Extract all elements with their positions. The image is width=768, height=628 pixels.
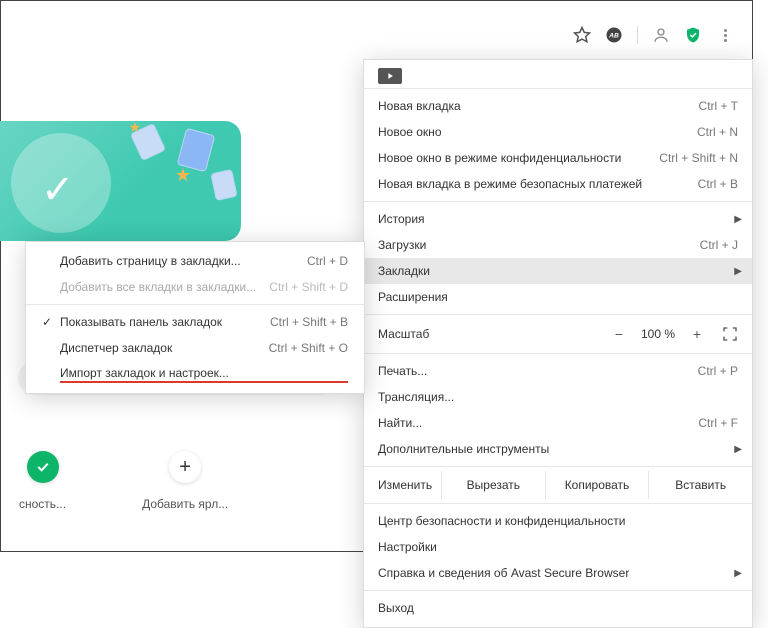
menu-label: Закладки [378,264,738,278]
svg-text:AB: AB [608,32,619,39]
menu-item-cast[interactable]: Трансляция... [364,384,752,410]
menu-label: Показывать панель закладок [60,315,270,329]
bookmarks-submenu: Добавить страницу в закладки... Ctrl + D… [25,241,365,394]
menu-shortcut: Ctrl + P [698,364,738,378]
menu-item-import-bookmarks[interactable]: Импорт закладок и настроек... [26,361,364,387]
tile-label: сность... [19,497,66,511]
profile-icon[interactable] [652,26,670,44]
menu-separator [364,88,752,89]
menu-item-show-bookmarks-bar[interactable]: ✓ Показывать панель закладок Ctrl + Shif… [26,309,364,335]
menu-item-security-center[interactable]: Центр безопасности и конфиденциальности [364,508,752,534]
copy-button[interactable]: Копировать [546,471,650,499]
menu-label: Печать... [378,364,698,378]
menu-item-print[interactable]: Печать... Ctrl + P [364,358,752,384]
menu-label: Новая вкладка [378,99,699,113]
menu-item-edit: Изменить Вырезать Копировать Вставить [364,471,752,499]
menu-label: Импорт закладок и настроек... [60,366,348,383]
menu-item-more-tools[interactable]: Дополнительные инструменты ▶ [364,436,752,462]
menu-label: Диспетчер закладок [60,341,269,355]
menu-item-history[interactable]: История ▶ [364,206,752,232]
menu-separator [26,304,364,305]
menu-shortcut: Ctrl + B [698,177,738,191]
menu-item-bookmark-manager[interactable]: Диспетчер закладок Ctrl + Shift + O [26,335,364,361]
menu-separator [364,503,752,504]
menu-separator [364,353,752,354]
menu-item-add-all-bookmarks: Добавить все вкладки в закладки... Ctrl … [26,274,364,300]
menu-label: Новая вкладка в режиме безопасных платеж… [378,177,698,191]
menu-shortcut: Ctrl + Shift + O [269,341,348,355]
chevron-right-icon: ▶ [734,568,742,579]
menu-item-extensions[interactable]: Расширения [364,284,752,310]
menu-label: Загрузки [378,238,700,252]
tile-safety[interactable]: сность... [19,451,66,511]
menu-separator [364,314,752,315]
paste-button[interactable]: Вставить [649,471,752,499]
tile-label: Добавить ярл... [142,497,228,511]
menu-item-safe-payments[interactable]: Новая вкладка в режиме безопасных платеж… [364,171,752,197]
tile-add-shortcut[interactable]: + Добавить ярл... [142,451,228,511]
cut-button[interactable]: Вырезать [442,471,546,499]
plus-icon: + [169,451,201,483]
kebab-menu-icon[interactable] [716,26,734,44]
menu-separator [364,201,752,202]
shield-check-icon [27,451,59,483]
security-shield-icon[interactable] [684,26,702,44]
menu-label: Найти... [378,416,698,430]
toolbar-divider [637,26,638,44]
menu-shortcut: Ctrl + J [700,238,738,252]
menu-item-new-window[interactable]: Новое окно Ctrl + N [364,119,752,145]
main-menu: Новая вкладка Ctrl + T Новое окно Ctrl +… [363,59,753,628]
menu-separator [364,590,752,591]
menu-label: Изменить [364,471,442,499]
menu-label: Расширения [378,290,738,304]
menu-shortcut: Ctrl + T [699,99,738,113]
menu-shortcut: Ctrl + N [697,125,738,139]
menu-item-add-page-bookmark[interactable]: Добавить страницу в закладки... Ctrl + D [26,248,364,274]
shortcut-tiles: сность... + Добавить ярл... [19,451,228,511]
menu-label: Новое окно в режиме конфиденциальности [378,151,659,165]
star-icon[interactable] [573,26,591,44]
menu-label: Дополнительные инструменты [378,442,738,456]
menu-separator [364,466,752,467]
cast-icon[interactable] [378,68,402,84]
menu-item-find[interactable]: Найти... Ctrl + F [364,410,752,436]
zoom-value: 100 % [636,327,680,341]
checkmark-icon: ✓ [42,315,60,329]
browser-window: AB ✓ ★★ Добавить страницу в закладки... … [0,0,753,552]
menu-item-incognito[interactable]: Новое окно в режиме конфиденциальности C… [364,145,752,171]
menu-shortcut: Ctrl + F [698,416,738,430]
zoom-in-button[interactable]: + [686,326,708,342]
menu-shortcut: Ctrl + Shift + B [270,315,348,329]
menu-item-exit[interactable]: Выход [364,595,752,621]
menu-item-settings[interactable]: Настройки [364,534,752,560]
menu-label: Трансляция... [378,390,738,404]
chevron-right-icon: ▶ [734,266,742,277]
chevron-right-icon: ▶ [734,214,742,225]
menu-item-new-tab[interactable]: Новая вкладка Ctrl + T [364,93,752,119]
menu-label: Новое окно [378,125,697,139]
chevron-right-icon: ▶ [734,444,742,455]
menu-label: История [378,212,738,226]
toolbar: AB [573,26,734,44]
promo-illustration: ✓ ★★ [0,121,241,241]
menu-label: Добавить все вкладки в закладки... [60,280,269,294]
menu-label: Выход [378,601,738,615]
menu-item-downloads[interactable]: Загрузки Ctrl + J [364,232,752,258]
menu-item-zoom: Масштаб − 100 % + [364,319,752,349]
menu-item-bookmarks[interactable]: Закладки ▶ [364,258,752,284]
menu-label: Справка и сведения об Avast Secure Brows… [378,566,738,580]
menu-label: Добавить страницу в закладки... [60,254,307,268]
menu-label: Центр безопасности и конфиденциальности [378,514,738,528]
menu-shortcut: Ctrl + D [307,254,348,268]
menu-shortcut: Ctrl + Shift + N [659,151,738,165]
menu-label: Настройки [378,540,738,554]
zoom-out-button[interactable]: − [608,326,630,342]
adblock-shield-icon[interactable]: AB [605,26,623,44]
menu-shortcut: Ctrl + Shift + D [269,280,348,294]
menu-label: Масштаб [378,327,602,341]
fullscreen-button[interactable] [722,326,738,342]
menu-item-help[interactable]: Справка и сведения об Avast Secure Brows… [364,560,752,586]
